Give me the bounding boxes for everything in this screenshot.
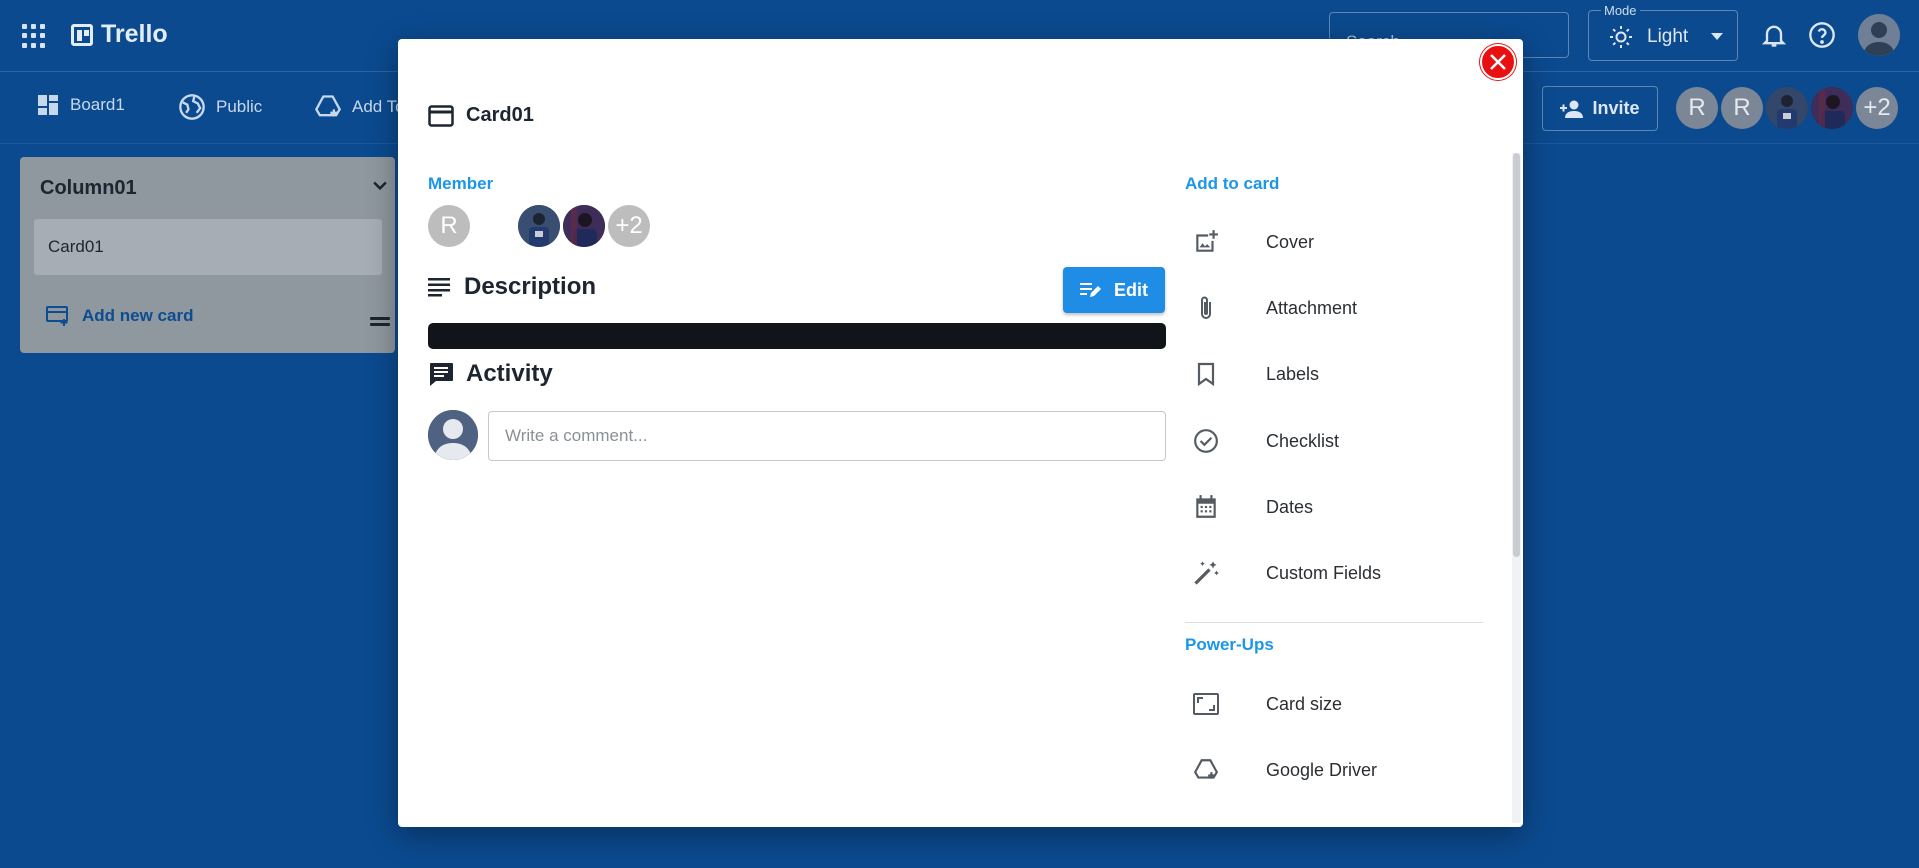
google-driver-label: Google Driver	[1266, 759, 1378, 780]
description-lines-icon	[428, 278, 450, 297]
checklist-option[interactable]: Checklist	[1176, 416, 1476, 466]
board-switcher[interactable]: Board1	[36, 93, 125, 117]
trello-logo-icon	[71, 23, 93, 46]
board-member-avatar-photo[interactable]	[1766, 87, 1808, 129]
member-photo	[518, 205, 560, 247]
invite-label: Invite	[1592, 98, 1640, 118]
add-to-drive-button[interactable]: Add To	[314, 93, 404, 121]
add-new-card-label: Add new card	[82, 306, 194, 325]
aspect-ratio-icon	[1193, 693, 1219, 715]
labels-label: Labels	[1266, 363, 1320, 384]
public-globe-icon	[179, 94, 205, 120]
app-name: Trello	[101, 20, 168, 48]
board-members-more[interactable]: +2	[1856, 87, 1898, 129]
credit-card-icon	[428, 104, 454, 127]
close-icon	[1490, 54, 1506, 70]
board-member-avatar-photo[interactable]	[1811, 87, 1853, 129]
notifications-bell-icon[interactable]	[1760, 21, 1788, 49]
description-heading-text: Description	[464, 273, 597, 300]
card-size-option[interactable]: Card size	[1176, 679, 1476, 729]
cover-option[interactable]: Cover	[1176, 217, 1476, 267]
attachment-label: Attachment	[1266, 297, 1358, 318]
current-user-avatar	[428, 410, 478, 460]
mode-select-label: Mode	[1601, 3, 1640, 18]
description-heading: Description	[428, 273, 596, 301]
card-item[interactable]: Card01	[34, 219, 382, 275]
board-member-avatar[interactable]: R	[1721, 87, 1763, 129]
custom-fields-label: Custom Fields	[1266, 562, 1382, 583]
board-column: Column01 Card01 Add new card	[20, 157, 395, 353]
member-avatar-photo[interactable]	[518, 205, 560, 247]
person-silhouette-icon	[1858, 14, 1900, 56]
add-card-icon	[46, 306, 68, 326]
edit-description-button[interactable]: Edit	[1063, 267, 1165, 313]
mode-select-value: Light	[1647, 26, 1689, 47]
member-photo	[563, 205, 605, 247]
card-size-label: Card size	[1266, 693, 1343, 714]
labels-option[interactable]: Labels	[1176, 349, 1476, 399]
edit-note-icon	[1080, 283, 1101, 297]
board-visibility-label: Public	[216, 97, 263, 116]
chevron-down-icon[interactable]	[370, 175, 390, 195]
magic-wand-icon	[1194, 561, 1219, 585]
activity-heading-text: Activity	[466, 360, 553, 387]
edit-label: Edit	[1114, 279, 1148, 300]
card-title: Card01	[428, 104, 534, 127]
checklist-label: Checklist	[1266, 430, 1340, 451]
board-visibility[interactable]: Public	[178, 93, 262, 121]
comment-icon	[430, 363, 453, 386]
card-title-text[interactable]: Card01	[466, 104, 534, 127]
add-new-card-button[interactable]: Add new card	[46, 305, 193, 327]
member-photo	[1811, 87, 1853, 129]
cover-label: Cover	[1266, 231, 1315, 252]
scrollbar-thumb[interactable]	[1513, 153, 1520, 557]
person-silhouette-icon	[428, 410, 478, 460]
add-to-card-heading: Add to card	[1185, 174, 1280, 193]
trello-logo[interactable]: Trello	[71, 20, 168, 49]
calendar-icon	[1196, 495, 1216, 518]
sun-icon	[1610, 26, 1632, 48]
bookmark-icon	[1197, 362, 1215, 386]
add-photo-icon	[1196, 230, 1218, 252]
user-avatar[interactable]	[1858, 14, 1900, 56]
apps-grid-icon[interactable]	[22, 24, 46, 48]
attachment-option[interactable]: Attachment	[1176, 283, 1476, 333]
add-to-label: Add To	[352, 97, 404, 116]
member-photo	[1766, 87, 1808, 129]
activity-heading: Activity	[428, 360, 553, 388]
attachment-icon	[1201, 296, 1211, 319]
custom-fields-option[interactable]: Custom Fields	[1176, 548, 1476, 598]
member-heading: Member	[428, 174, 494, 193]
google-driver-option[interactable]: Google Driver	[1176, 745, 1476, 795]
comment-input[interactable]	[488, 411, 1166, 461]
help-icon[interactable]	[1808, 21, 1836, 49]
person-add-icon	[1560, 100, 1584, 118]
caret-down-icon	[1711, 33, 1723, 40]
mode-select[interactable]: Mode Light	[1588, 3, 1738, 61]
power-ups-heading: Power-Ups	[1185, 635, 1274, 654]
dashboard-icon	[38, 95, 58, 115]
check-circle-icon	[1194, 429, 1218, 453]
board-name: Board1	[70, 95, 125, 114]
board-member-avatar[interactable]: R	[1676, 87, 1718, 129]
column-title[interactable]: Column01	[40, 177, 137, 200]
card-detail-dialog: Card01 Member R +2 Description Edit Acti…	[398, 39, 1523, 827]
divider	[1185, 622, 1483, 623]
close-dialog-button[interactable]	[1480, 44, 1516, 80]
members-more-badge[interactable]: +2	[608, 205, 650, 247]
drag-handle-icon[interactable]	[370, 317, 390, 329]
member-avatar[interactable]: R	[428, 205, 470, 247]
description-content[interactable]	[428, 323, 1166, 349]
add-to-drive-icon	[1193, 759, 1219, 779]
dates-option[interactable]: Dates	[1176, 482, 1476, 532]
member-avatar-photo[interactable]	[563, 205, 605, 247]
invite-button[interactable]: Invite	[1542, 86, 1658, 131]
add-to-drive-icon	[314, 95, 342, 117]
dates-label: Dates	[1266, 496, 1314, 517]
